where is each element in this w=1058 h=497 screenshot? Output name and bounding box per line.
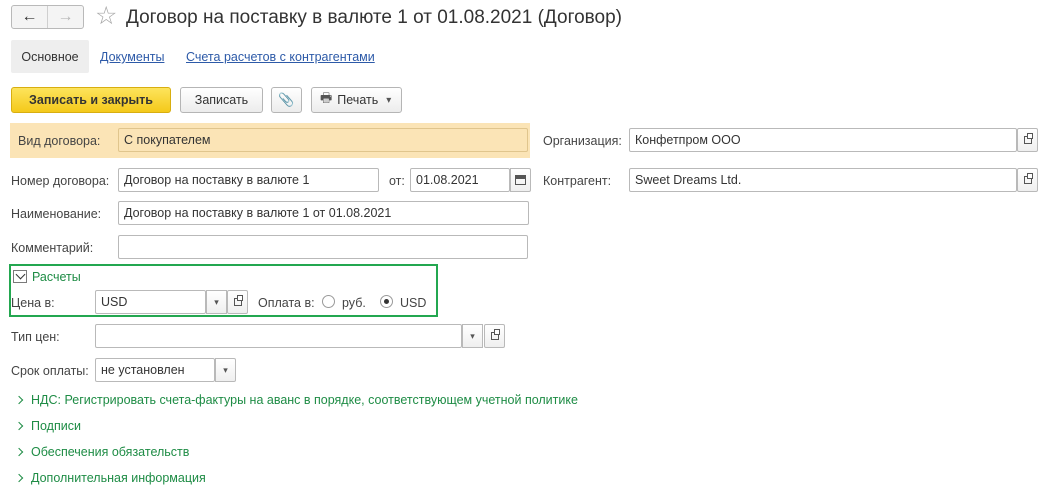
chevron-right-icon <box>14 421 24 431</box>
price-in-label: Цена в: <box>11 296 55 310</box>
counterparty-label: Контрагент: <box>543 174 612 188</box>
tab-main[interactable]: Основное <box>11 40 89 73</box>
radio-selected-dot <box>384 299 389 304</box>
section-obligations[interactable]: Обеспечения обязательств <box>14 445 190 459</box>
arrow-left-icon: ← <box>21 8 38 25</box>
payment-term-label: Срок оплаты: <box>11 364 89 378</box>
printer-icon: 🖶 <box>320 90 333 105</box>
save-and-close-button[interactable]: Записать и закрыть <box>11 87 171 113</box>
organization-open-button[interactable] <box>1017 128 1038 152</box>
settlements-collapse-toggle[interactable] <box>13 269 27 283</box>
price-in-field[interactable]: USD <box>95 290 206 314</box>
contract-type-field[interactable]: С покупателем <box>118 128 528 152</box>
print-button-label: Печать <box>337 93 379 107</box>
star-icon[interactable]: ☆ <box>95 3 117 29</box>
back-button[interactable]: ← <box>12 6 48 28</box>
forward-button[interactable]: → <box>48 6 83 28</box>
section-additional-info[interactable]: Дополнительная информация <box>14 471 206 485</box>
section-signatures[interactable]: Подписи <box>14 419 81 433</box>
organization-field[interactable]: Конфетпром ООО <box>629 128 1017 152</box>
tab-documents[interactable]: Документы <box>100 50 164 64</box>
section-additional-info-title: Дополнительная информация <box>31 471 206 485</box>
chevron-down-icon: ▾ <box>386 94 392 106</box>
payment-term-field[interactable]: не установлен <box>95 358 215 382</box>
calendar-button[interactable] <box>510 168 531 192</box>
settlements-title[interactable]: Расчеты <box>32 270 81 284</box>
arrow-right-icon: → <box>57 8 74 25</box>
price-type-field[interactable] <box>95 324 462 348</box>
payment-usd-label: USD <box>400 296 427 310</box>
price-type-dropdown-button[interactable]: ▾ <box>462 324 483 348</box>
navigation-buttons: ← → <box>11 5 84 29</box>
date-field[interactable]: 01.08.2021 <box>410 168 510 192</box>
organization-label: Организация: <box>543 134 622 148</box>
payment-rub-label: руб. <box>342 296 366 310</box>
dropdown-arrow-icon: ▾ <box>470 330 475 341</box>
chevron-right-icon <box>14 395 24 405</box>
page-title: Договор на поставку в валюте 1 от 01.08.… <box>126 7 622 28</box>
open-icon <box>233 295 243 306</box>
calendar-icon <box>515 175 526 185</box>
tab-settlement-accounts[interactable]: Счета расчетов с контрагентами <box>186 50 375 64</box>
payment-in-label: Оплата в: <box>258 296 315 310</box>
chevron-right-icon <box>14 473 24 483</box>
section-vat[interactable]: НДС: Регистрировать счета-фактуры на ава… <box>14 393 578 407</box>
price-in-open-button[interactable] <box>227 290 248 314</box>
date-label: от: <box>389 174 405 188</box>
contract-number-label: Номер договора: <box>11 174 110 188</box>
attach-button[interactable]: 📎 <box>271 87 302 113</box>
open-icon <box>1023 133 1033 144</box>
counterparty-open-button[interactable] <box>1017 168 1038 192</box>
section-obligations-title: Обеспечения обязательств <box>31 445 190 459</box>
name-label: Наименование: <box>11 207 102 221</box>
payment-term-dropdown-button[interactable]: ▾ <box>215 358 236 382</box>
contract-number-field[interactable]: Договор на поставку в валюте 1 <box>118 168 379 192</box>
name-field[interactable]: Договор на поставку в валюте 1 от 01.08.… <box>118 201 529 225</box>
save-button[interactable]: Записать <box>180 87 263 113</box>
open-icon <box>1023 173 1033 184</box>
price-in-dropdown-button[interactable]: ▾ <box>206 290 227 314</box>
payment-rub-radio[interactable] <box>322 295 335 308</box>
payment-usd-radio[interactable] <box>380 295 393 308</box>
paperclip-icon: 📎 <box>278 92 295 107</box>
price-type-open-button[interactable] <box>484 324 505 348</box>
comment-label: Комментарий: <box>11 241 94 255</box>
counterparty-field[interactable]: Sweet Dreams Ltd. <box>629 168 1017 192</box>
contract-type-label: Вид договора: <box>18 134 101 148</box>
print-button[interactable]: 🖶 Печать ▾ <box>311 87 402 113</box>
dropdown-arrow-icon: ▾ <box>223 364 228 375</box>
chevron-down-icon <box>15 269 25 280</box>
open-icon <box>490 329 500 340</box>
comment-field[interactable] <box>118 235 528 259</box>
dropdown-arrow-icon: ▾ <box>214 296 219 307</box>
price-type-label: Тип цен: <box>11 330 60 344</box>
section-vat-title: НДС: Регистрировать счета-фактуры на ава… <box>31 393 578 407</box>
section-signatures-title: Подписи <box>31 419 81 433</box>
chevron-right-icon <box>14 447 24 457</box>
